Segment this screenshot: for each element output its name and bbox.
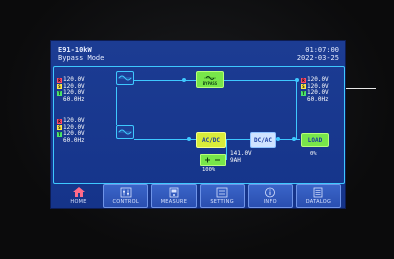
meter-icon: [168, 187, 180, 198]
rectifier-block[interactable]: AC/DC: [196, 132, 226, 148]
phase-s-tag: S: [57, 84, 62, 90]
output-frequency: 60.0Hz: [307, 95, 329, 103]
phase-t-tag: T: [57, 90, 62, 96]
info-icon: [264, 187, 276, 198]
battery-percent: 100%: [202, 167, 216, 173]
nav-measure-label: MEASURE: [160, 199, 188, 205]
pointer-line: [346, 88, 376, 89]
battery-icon: [205, 157, 220, 163]
phase-s-tag: S: [57, 125, 62, 131]
inter-input-link: [116, 87, 117, 125]
nav-datalog-label: DATALOG: [305, 199, 332, 205]
phase-r-tag: R: [57, 118, 62, 124]
rectifier-label: AC/DC: [201, 136, 221, 144]
bypass-input-readings: R 120.0V S 120.0V T 120.0V 60.0Hz: [57, 76, 85, 103]
flow-dot: [187, 137, 191, 141]
clock-date: 2022-03-25: [296, 54, 339, 62]
main-line-out: [280, 139, 300, 140]
bypass-label: BYPASS: [202, 81, 218, 86]
output-riser: [296, 80, 297, 139]
output-readings: R 120.0V S 120.0V T 120.0V 60.0Hz: [301, 76, 329, 103]
inverter-block[interactable]: DC/AC: [250, 132, 276, 148]
flow-dot: [295, 78, 299, 82]
bypass-frequency: 60.0Hz: [63, 95, 85, 103]
nav-control-label: CONTROL: [112, 199, 140, 205]
nav-home-label: HOME: [70, 199, 87, 205]
flow-dot: [182, 78, 186, 82]
bypass-input-switch[interactable]: [116, 71, 134, 85]
phase-t-tag: T: [57, 131, 62, 137]
clock-time: 01:07:00: [305, 46, 339, 54]
bottom-navbar: HOME CONTROL MEASURE SETTING INFO DATALO…: [57, 184, 342, 208]
bypass-block[interactable]: BYPASS: [196, 71, 224, 88]
battery-voltage: 141.0V: [230, 150, 252, 157]
main-input-switch[interactable]: [116, 125, 134, 139]
main-input-readings: R 120.0V S 120.0V T 120.0V 60.0Hz: [57, 117, 85, 144]
settings-icon: [216, 187, 228, 198]
sine-wave-icon: [118, 75, 132, 81]
phase-r-tag: R: [301, 77, 306, 83]
inverter-label: DC/AC: [253, 136, 273, 144]
phase-t-tag: T: [301, 90, 306, 96]
model-title: E91-10kW: [58, 46, 92, 54]
battery-block[interactable]: [200, 154, 226, 166]
phase-s-tag: S: [301, 84, 306, 90]
nav-control-button[interactable]: CONTROL: [103, 184, 149, 208]
nav-info-button[interactable]: INFO: [247, 184, 293, 208]
mode-status: Bypass Mode: [58, 54, 105, 62]
flow-dot: [292, 137, 296, 141]
phase-r-tag: R: [57, 77, 62, 83]
home-icon: [72, 186, 86, 198]
control-panel-icon: [120, 187, 132, 198]
load-block[interactable]: LOAD: [301, 133, 329, 147]
nav-datalog-button[interactable]: DATALOG: [295, 184, 342, 208]
battery-capacity: 9AH: [230, 157, 241, 164]
battery-readings: 141.0V 9AH: [230, 150, 252, 164]
lcd-screen: E91-10kW Bypass Mode 01:07:00 2022-03-25…: [50, 40, 346, 209]
main-frequency: 60.0Hz: [63, 136, 85, 144]
nav-setting-button[interactable]: SETTING: [199, 184, 245, 208]
battery-riser: [226, 140, 227, 160]
datalog-icon: [312, 187, 324, 198]
load-percent: 0%: [310, 151, 317, 157]
nav-info-label: INFO: [263, 199, 277, 205]
load-label: LOAD: [307, 136, 323, 144]
power-flow-diagram: R 120.0V S 120.0V T 120.0V 60.0Hz R 120.0V S…: [53, 66, 345, 184]
nav-measure-button[interactable]: MEASURE: [151, 184, 197, 208]
nav-setting-label: SETTING: [210, 199, 234, 205]
flow-dot: [276, 137, 280, 141]
sine-wave-icon: [118, 129, 132, 135]
nav-home-button[interactable]: HOME: [57, 184, 100, 208]
